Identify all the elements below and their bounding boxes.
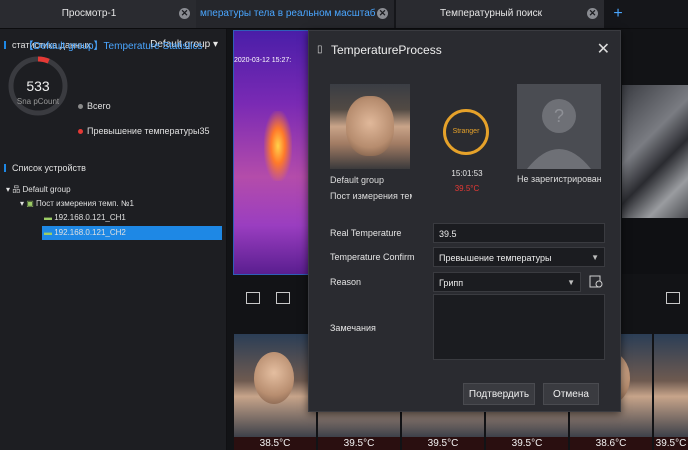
real-temp-value: 39.5 xyxy=(439,229,457,239)
device-header-label: Список устройств xyxy=(12,163,86,173)
captured-station: Пост измерения тем xyxy=(330,191,412,201)
legend-dot xyxy=(78,104,83,110)
add-tab-button[interactable]: + xyxy=(604,0,632,28)
heat-spot xyxy=(264,111,292,181)
tree-ch1-label: 192.168.0.121_CH1 xyxy=(54,213,126,222)
remarks-label: Замечания xyxy=(330,323,376,333)
dialog-title: TemperatureProcess xyxy=(331,43,442,57)
legend-over-value: 35 xyxy=(199,126,210,136)
tree-ch2-label: 192.168.0.121_CH2 xyxy=(54,228,126,237)
tree-root[interactable]: ▾ 品 Default group xyxy=(6,183,71,197)
face-image xyxy=(346,96,394,156)
tab-preview-label: Просмотр-1 xyxy=(61,8,117,19)
captured-group: Default group xyxy=(330,175,385,185)
thermal-view[interactable]: 2020-03-12 15:27: xyxy=(233,30,313,275)
device-section-header: Список устройств xyxy=(0,158,226,178)
fullscreen-icon[interactable] xyxy=(666,292,680,304)
section-marker xyxy=(4,164,6,172)
gauge-value: 533 xyxy=(26,78,50,94)
caret-down-icon: ▼ xyxy=(591,253,599,262)
remarks-textarea[interactable] xyxy=(433,294,605,360)
face-image xyxy=(254,352,294,404)
tree-station[interactable]: ▾ ▣ Пост измерения темп. №1 xyxy=(20,197,134,211)
capture-temp: 39.5°C xyxy=(486,437,568,450)
tree-channel-1[interactable]: ▬ 192.168.0.121_CH1 xyxy=(44,211,126,225)
gauge-caption: Sna pCount xyxy=(16,97,60,106)
confirm-select-value: Превышение температуры xyxy=(439,253,552,263)
tab-bar: Просмотр-1 ✕ мпературы тела в реальном м… xyxy=(0,0,688,29)
confirm-button[interactable]: Подтвердить xyxy=(463,383,535,405)
dialog-icon: ▯ xyxy=(317,44,323,55)
real-temp-label: Real Temperature xyxy=(330,228,402,238)
confirm-select[interactable]: Превышение температуры ▼ xyxy=(433,247,605,267)
tab-search-label: Температурный поиск xyxy=(439,8,543,19)
capture-temp: 38.5°C xyxy=(234,437,316,450)
legend-dot xyxy=(78,129,83,135)
tree-root-label: Default group xyxy=(22,185,71,194)
layout-1-icon[interactable] xyxy=(246,292,260,304)
legend-over-temp: Превышение температуры35 xyxy=(78,126,209,136)
person-placeholder-icon: ? xyxy=(527,99,591,169)
legend-total-label: Всего xyxy=(87,101,111,111)
stranger-badge: Stranger xyxy=(443,109,489,155)
capture-temp: 38.6°C xyxy=(570,437,652,450)
temperature-process-dialog: ▯ TemperatureProcess ✕ Default group Пос… xyxy=(308,30,621,412)
capture-temp: 39.5°C xyxy=(654,437,688,450)
layout-2-icon[interactable] xyxy=(276,292,290,304)
tab-realtime-temperature[interactable]: мпературы тела в реальном масштаб ✕ xyxy=(196,0,394,28)
stats-title: 【Default group】Temperature Statistics xyxy=(23,41,203,52)
capture-thumb[interactable] xyxy=(234,334,316,438)
expand-caret-icon[interactable]: ▾ xyxy=(20,199,24,208)
reason-select-value: Грипп xyxy=(439,278,464,288)
unregistered-label: Не зарегистрирован xyxy=(517,174,601,184)
device-icon: ▣ xyxy=(26,199,34,208)
legend-total: Всего xyxy=(78,101,111,111)
legend-over-label: Превышение температуры xyxy=(87,126,200,136)
svg-text:?: ? xyxy=(554,106,564,126)
close-icon[interactable]: ✕ xyxy=(587,8,598,19)
real-temp-input[interactable]: 39.5 xyxy=(433,223,605,243)
close-icon[interactable]: ✕ xyxy=(179,8,190,19)
camera-view-right[interactable] xyxy=(622,85,688,218)
tab-preview[interactable]: Просмотр-1 ✕ xyxy=(0,0,196,28)
group-tree-icon: 品 xyxy=(12,185,21,194)
section-marker xyxy=(4,41,6,49)
reason-select[interactable]: Грипп ▼ xyxy=(433,272,581,292)
capture-temp: 39.5°C xyxy=(318,437,400,450)
capture-thumb[interactable] xyxy=(654,334,688,438)
tree-channel-2[interactable]: ▬ 192.168.0.121_CH2 xyxy=(44,226,126,240)
camera-view-empty xyxy=(622,218,688,274)
confirm-label: Temperature Confirm xyxy=(330,252,415,262)
close-icon[interactable]: ✕ xyxy=(377,8,388,19)
reason-config-icon[interactable] xyxy=(589,274,603,288)
tab-realtime-label: мпературы тела в реальном масштаб xyxy=(200,8,376,19)
camera-icon: ▬ xyxy=(44,213,52,222)
captured-face-image xyxy=(330,84,410,169)
expand-caret-icon[interactable]: ▾ xyxy=(6,185,10,194)
reason-label: Reason xyxy=(330,277,362,287)
tree-station-label: Пост измерения темп. №1 xyxy=(36,199,134,208)
capture-time: 15:01:53 xyxy=(451,169,483,178)
camera-icon: ▬ xyxy=(44,228,52,237)
capture-temp: 39.5°C xyxy=(402,437,484,450)
tab-temperature-search[interactable]: Температурный поиск ✕ xyxy=(396,0,604,28)
unregistered-avatar: ? xyxy=(517,84,601,169)
capture-temperature: 39.5°C xyxy=(454,184,480,193)
video-timestamp: 2020-03-12 15:27: xyxy=(234,57,292,64)
close-icon[interactable]: ✕ xyxy=(597,39,610,59)
cancel-button[interactable]: Отмена xyxy=(543,383,599,405)
caret-down-icon: ▼ xyxy=(567,278,575,287)
